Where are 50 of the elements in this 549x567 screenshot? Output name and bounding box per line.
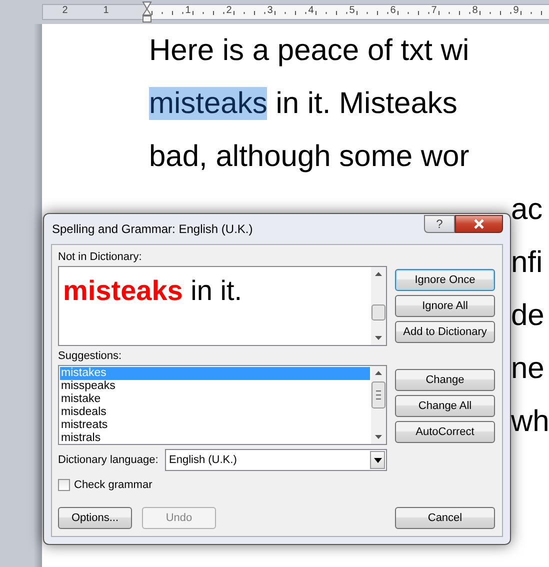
dialog-button[interactable]: Cancel: [395, 507, 495, 529]
context-text: in it.: [190, 275, 242, 306]
ruler-number: 6: [390, 5, 396, 16]
suggestion-item[interactable]: misdeals: [60, 406, 370, 419]
scrollbar[interactable]: [371, 267, 386, 345]
document-text: in it. Misteaks: [274, 87, 458, 120]
field-label: Dictionary language:: [58, 454, 158, 466]
dialog-button[interactable]: Ignore Once: [395, 269, 495, 291]
document-text: bad, although some wor: [149, 140, 470, 173]
dialog-title: Spelling and Grammar: English (U.K.): [51, 222, 254, 236]
document-text: Here is a peace of txt wi: [149, 34, 470, 67]
checkbox[interactable]: [58, 479, 70, 491]
dialog-button[interactable]: Ignore All: [395, 295, 495, 317]
dialog-button[interactable]: AutoCorrect: [395, 421, 495, 443]
ruler-number: 1: [185, 5, 191, 16]
ruler-number: 9: [513, 5, 519, 16]
ruler-number: 2: [62, 5, 68, 16]
suggestion-item[interactable]: mistrals: [60, 432, 370, 444]
checkbox-label: Check grammar: [74, 479, 152, 491]
close-button[interactable]: [455, 215, 503, 233]
dropdown-arrow-icon: [374, 458, 382, 462]
dialog-button[interactable]: Add to Dictionary: [395, 321, 495, 343]
document-text: wh: [511, 405, 549, 438]
ruler-number: 5: [349, 5, 355, 16]
error-text-box[interactable]: misteaks in it.: [58, 266, 387, 346]
ruler-number: 4: [308, 5, 314, 16]
ruler-number: 1: [103, 5, 109, 16]
ruler-number: 7: [431, 5, 437, 16]
help-button[interactable]: ?: [424, 215, 455, 233]
dialog-button[interactable]: Change All: [395, 395, 495, 417]
field-label: Not in Dictionary:: [58, 250, 143, 264]
suggestion-item[interactable]: mistake: [60, 393, 370, 406]
dialog-button[interactable]: Options...: [58, 507, 132, 529]
document-text: de: [511, 299, 544, 332]
document-text: ne: [511, 352, 544, 385]
language-dropdown[interactable]: English (U.K.): [165, 449, 387, 471]
document-text: nfi: [511, 246, 543, 279]
indent-marker-icon[interactable]: [142, 1, 152, 23]
field-label: Suggestions:: [58, 349, 123, 363]
close-icon: [473, 219, 485, 229]
ruler-number: 3: [267, 5, 273, 16]
scrollbar[interactable]: [371, 366, 386, 444]
misspelled-word: misteaks: [63, 275, 183, 306]
ruler-number: 8: [472, 5, 478, 16]
ruler-number: 2: [226, 5, 232, 16]
dialog-button[interactable]: Change: [395, 369, 495, 391]
suggestion-item[interactable]: mistreats: [60, 419, 370, 432]
document-text: ac: [511, 193, 543, 226]
document-text: misteaks: [149, 87, 268, 120]
suggestion-item[interactable]: misspeaks: [60, 380, 370, 393]
